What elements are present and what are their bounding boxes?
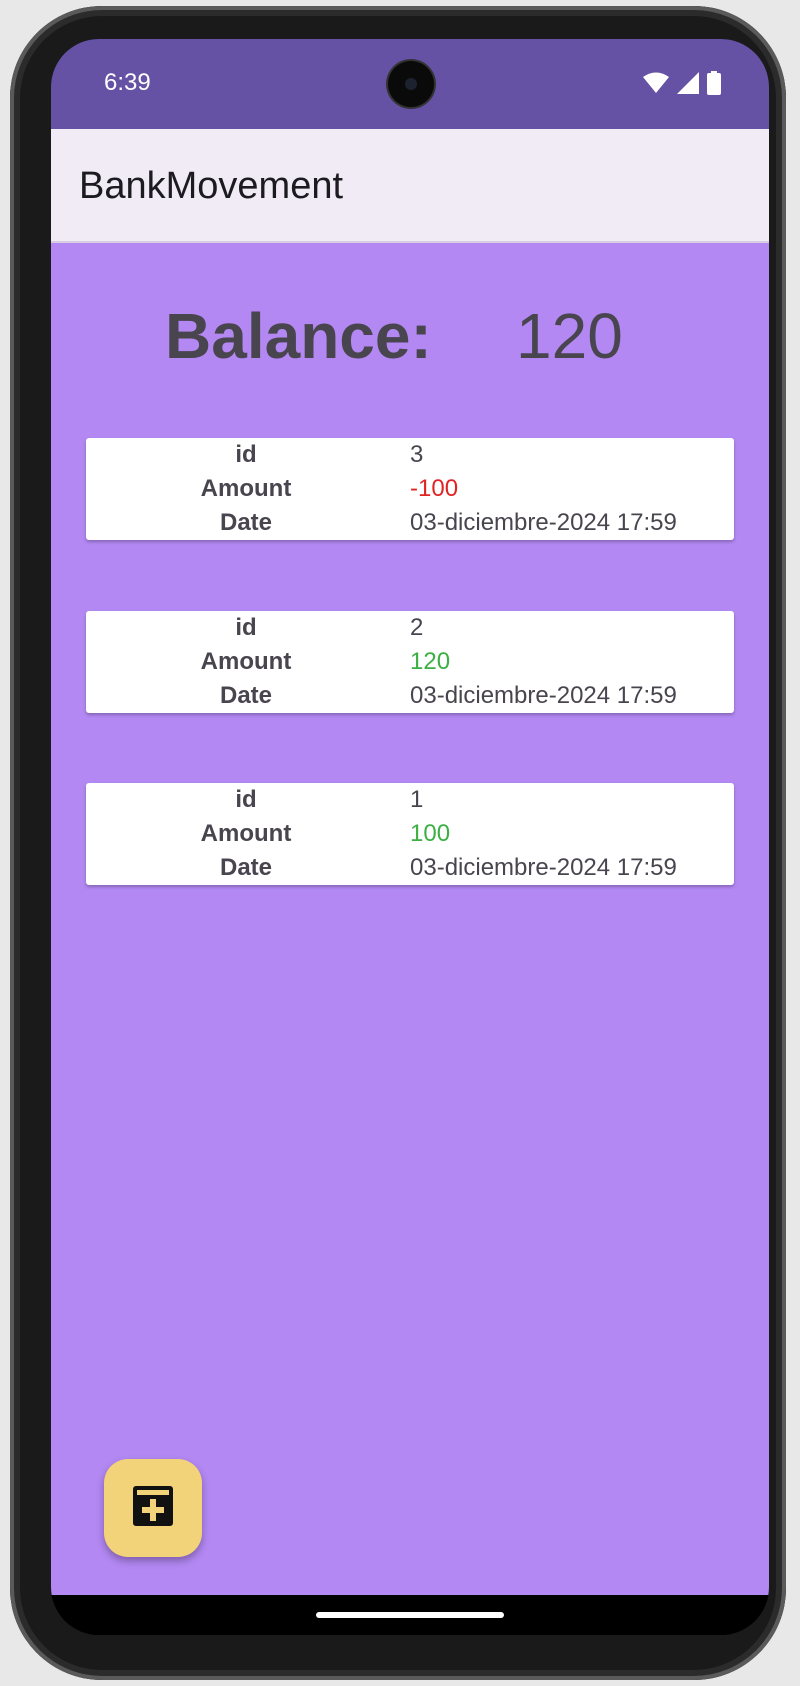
movement-card[interactable]: id 3 Amount -100 Date 03-diciembre-2024 … [86, 438, 734, 540]
movement-amount-row: Amount 120 [86, 645, 734, 679]
id-value: 3 [410, 441, 424, 468]
front-camera [388, 61, 434, 107]
phone-frame: 6:39 BankMovement Balance: 120 id 3 Amou… [10, 6, 786, 1680]
status-icons [643, 71, 721, 100]
id-value: 1 [410, 786, 424, 813]
amount-label: Amount [200, 648, 292, 675]
signal-icon [677, 72, 699, 99]
movement-amount-row: Amount 100 [86, 817, 734, 851]
id-label: id [235, 786, 257, 813]
movement-id-row: id 1 [86, 783, 734, 817]
movement-date-row: Date 03-diciembre-2024 17:59 [86, 679, 734, 713]
movement-date-row: Date 03-diciembre-2024 17:59 [86, 851, 734, 885]
home-indicator[interactable] [316, 1612, 504, 1618]
id-label: id [235, 614, 257, 641]
movement-amount-row: Amount -100 [86, 472, 734, 506]
movement-date-row: Date 03-diciembre-2024 17:59 [86, 506, 734, 540]
amount-value: 120 [410, 648, 451, 675]
amount-value: 100 [410, 820, 451, 847]
screen: 6:39 BankMovement Balance: 120 id 3 Amou… [51, 39, 769, 1635]
status-time: 6:39 [104, 69, 151, 96]
amount-label: Amount [200, 475, 292, 502]
balance-label: Balance: [165, 300, 432, 372]
date-value: 03-diciembre-2024 17:59 [410, 854, 677, 881]
movement-card[interactable]: id 2 Amount 120 Date 03-diciembre-2024 1… [86, 611, 734, 713]
movement-id-row: id 2 [86, 611, 734, 645]
navigation-bar [51, 1595, 769, 1635]
status-bar: 6:39 [51, 39, 769, 129]
app-bar: BankMovement [51, 129, 769, 243]
date-value: 03-diciembre-2024 17:59 [410, 682, 677, 709]
app-title: BankMovement [79, 165, 344, 207]
id-value: 2 [410, 614, 424, 641]
movement-id-row: id 3 [86, 438, 734, 472]
movement-card[interactable]: id 1 Amount 100 Date 03-diciembre-2024 1… [86, 783, 734, 885]
amount-value: -100 [410, 475, 459, 502]
date-label: Date [219, 854, 273, 881]
add-movement-button[interactable] [104, 1459, 202, 1557]
add-box-icon [131, 1484, 175, 1533]
id-label: id [235, 441, 257, 468]
balance-value: 120 [516, 300, 623, 372]
date-label: Date [219, 509, 273, 536]
date-label: Date [219, 682, 273, 709]
wifi-icon [643, 72, 669, 99]
amount-label: Amount [200, 820, 292, 847]
battery-icon [707, 71, 721, 100]
date-value: 03-diciembre-2024 17:59 [410, 509, 677, 536]
movements-screen: Balance: 120 id 3 Amount -100 Date 03-di… [51, 243, 769, 1595]
